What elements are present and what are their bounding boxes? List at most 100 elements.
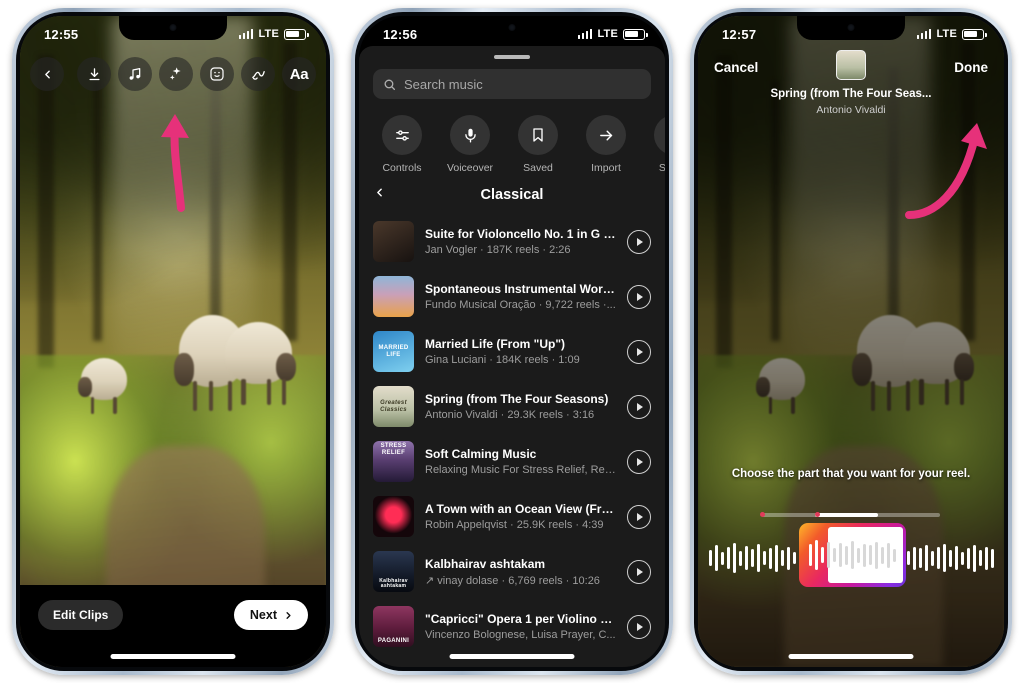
battery-icon <box>962 28 987 40</box>
sparkles-icon[interactable] <box>159 57 193 91</box>
list-item[interactable]: A Town with an Ocean View (From... Robin … <box>359 489 665 544</box>
battery-icon <box>623 28 648 40</box>
song-title: Married Life (From "Up") <box>425 337 566 351</box>
track-title: Spring (from The Four Seas... <box>770 88 932 100</box>
sticker-smiley-icon[interactable] <box>200 57 234 91</box>
music-note-icon[interactable] <box>118 57 152 91</box>
list-item[interactable]: Kalbhairav ashtakam Kalbhairav ashtakam ↗… <box>359 544 665 599</box>
play-button[interactable] <box>627 504 651 529</box>
bookmark-icon <box>518 115 558 155</box>
song-title: "Capricci" Opera 1 per Violino solo:... <box>425 612 616 626</box>
phone-2-music-picker: Search music Controls Voiceover Saved Im… <box>351 8 673 675</box>
album-art: STRESS RELIEF <box>373 441 414 482</box>
back-chevron-icon[interactable] <box>30 57 64 91</box>
phone-1-reel-editor: 12:55 LTE Aa Edit Clips Next <box>12 8 334 675</box>
album-art-label <box>373 221 414 262</box>
album-art-label <box>373 276 414 317</box>
done-button[interactable]: Done <box>954 54 988 75</box>
editor-toolbar: Aa <box>20 52 326 96</box>
battery-icon <box>284 28 309 40</box>
next-button[interactable]: Next <box>233 600 308 630</box>
play-button[interactable] <box>627 339 651 364</box>
quick-action-controls[interactable]: Controls <box>377 115 427 174</box>
album-art-label <box>373 496 414 537</box>
quick-action-label: Controls <box>382 162 422 174</box>
front-camera-icon <box>169 24 177 31</box>
home-indicator <box>788 654 914 659</box>
quick-action-sound[interactable]: Sound <box>649 115 665 174</box>
quick-action-label: Import <box>591 162 621 174</box>
song-title: Soft Calming Music <box>425 447 537 461</box>
play-button[interactable] <box>627 559 651 584</box>
search-placeholder: Search music <box>404 76 483 92</box>
category-header: Classical <box>359 184 665 214</box>
sliders-icon <box>382 115 422 155</box>
list-item[interactable]: Suite for Violoncello No. 1 in G Maj... J… <box>359 214 665 269</box>
network-label: LTE <box>597 28 618 40</box>
download-icon[interactable] <box>77 57 111 91</box>
notch <box>797 16 905 40</box>
screenshot-canvas: 12:55 LTE Aa Edit Clips Next Search musi… <box>0 0 1024 683</box>
list-item[interactable]: PAGANINI "Capricci" Opera 1 per Violino … <box>359 599 665 654</box>
play-button[interactable] <box>627 394 651 419</box>
album-art <box>373 221 414 262</box>
phone-3-screen: 12:57 LTE Cancel Done Spring (from The F… <box>698 16 1004 667</box>
song-subtitle: Antonio Vivaldi · 29.3K reels · 3:16 <box>425 409 595 421</box>
list-item[interactable]: STRESS RELIEF Soft Calming Music Relaxing… <box>359 434 665 489</box>
quick-action-saved[interactable]: Saved <box>513 115 563 174</box>
play-button[interactable] <box>627 229 651 254</box>
annotation-arrow-to-music <box>161 114 189 212</box>
quick-action-voiceover[interactable]: Voiceover <box>445 115 495 174</box>
trim-hint-text: Choose the part that you want for your r… <box>731 468 971 480</box>
song-subtitle: Relaxing Music For Stress Relief, Rel... <box>425 464 616 476</box>
network-label: LTE <box>258 28 279 40</box>
phone-2-screen: Search music Controls Voiceover Saved Im… <box>359 16 665 667</box>
list-item[interactable]: Greatest Classics Spring (from The Four … <box>359 379 665 434</box>
album-art-label: MARRIED LIFE <box>378 344 409 358</box>
chevron-right-icon <box>286 611 291 619</box>
quick-action-label: Sound <box>658 162 665 174</box>
play-button[interactable] <box>627 284 651 309</box>
microphone-icon <box>450 115 490 155</box>
scrubber-selection <box>815 513 878 517</box>
trim-waveform <box>799 523 906 587</box>
squiggle-draw-icon[interactable] <box>241 57 275 91</box>
audio-trim-selector[interactable] <box>799 523 906 587</box>
edit-clips-button[interactable]: Edit Clips <box>38 600 124 630</box>
search-music-field[interactable]: Search music <box>373 69 651 99</box>
text-aa-icon[interactable]: Aa <box>282 57 316 91</box>
album-art-label: Kalbhairav ashtakam <box>379 577 408 590</box>
arrow-right-icon <box>586 115 626 155</box>
signal-bars-icon <box>916 29 932 39</box>
album-art-label: STRESS RELIEF <box>380 443 407 456</box>
signal-bars-icon <box>577 29 593 39</box>
list-item[interactable]: Spontaneous Instrumental Worship... Fundo… <box>359 269 665 324</box>
song-subtitle: Gina Luciani · 184K reels · 1:09 <box>425 354 580 366</box>
signal-bars-icon <box>238 29 254 39</box>
album-art: Greatest Classics <box>373 386 414 427</box>
scrubber-start-marker <box>760 512 765 517</box>
home-indicator <box>110 654 236 659</box>
track-scrubber[interactable] <box>760 512 940 517</box>
quick-action-import[interactable]: Import <box>581 115 631 174</box>
annotation-arrow-to-done <box>905 123 987 219</box>
music-sheet: Search music Controls Voiceover Saved Im… <box>359 46 665 667</box>
album-art: Kalbhairav ashtakam <box>373 551 414 592</box>
next-label: Next <box>249 608 277 622</box>
sheet-grabber[interactable] <box>494 55 530 59</box>
song-subtitle: Robin Appelqvist · 25.9K reels · 4:39 <box>425 519 604 531</box>
category-title: Classical <box>480 187 544 203</box>
album-art-label: Greatest Classics <box>380 399 407 413</box>
album-art-label: PAGANINI <box>377 638 410 645</box>
front-camera-icon <box>847 24 855 31</box>
aa-label: Aa <box>289 65 309 83</box>
play-button[interactable] <box>627 449 651 474</box>
quick-actions-row: Controls Voiceover Saved Import S <box>359 99 665 174</box>
play-button[interactable] <box>627 614 651 639</box>
list-item[interactable]: MARRIED LIFE Married Life (From "Up") Gin… <box>359 324 665 379</box>
network-label: LTE <box>936 28 957 40</box>
song-title: Spring (from The Four Seasons) <box>425 392 609 406</box>
album-art: PAGANINI <box>373 606 414 647</box>
back-chevron-icon[interactable] <box>373 186 386 204</box>
cancel-button[interactable]: Cancel <box>714 54 758 75</box>
